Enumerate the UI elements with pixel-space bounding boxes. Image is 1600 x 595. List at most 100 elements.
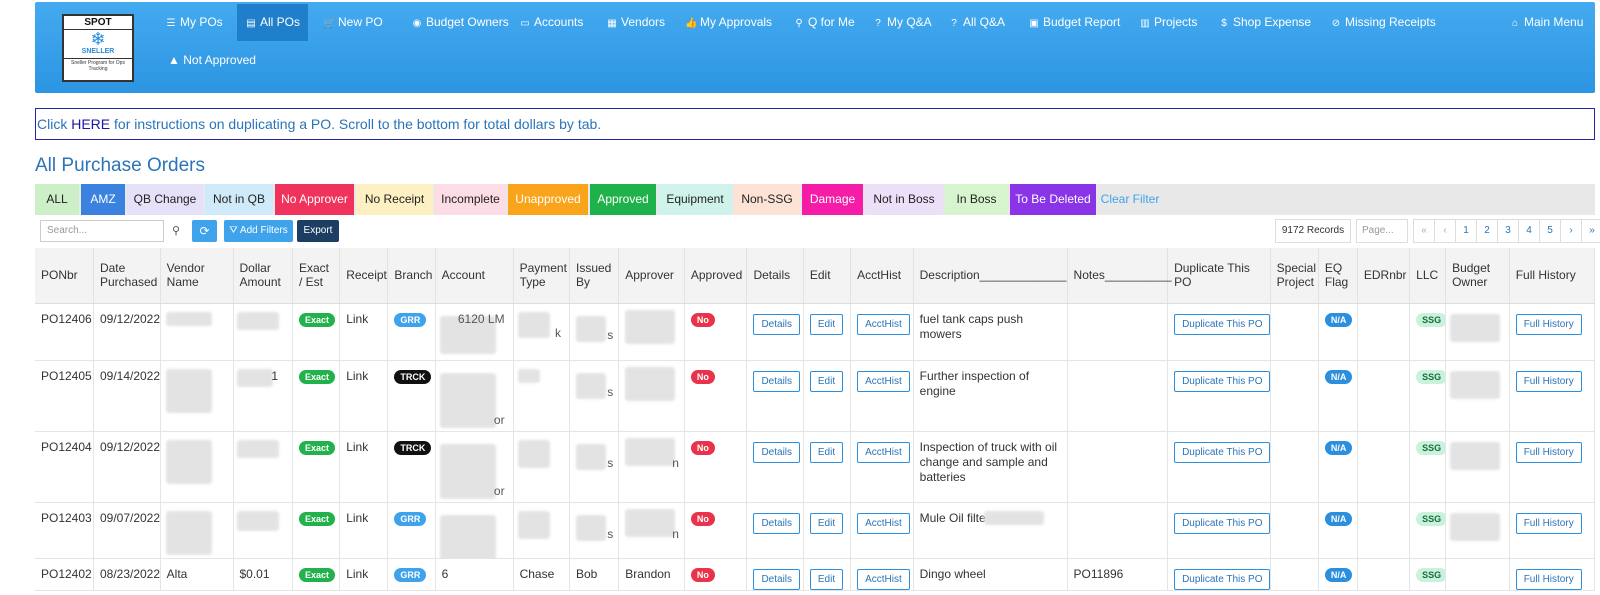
duplicate-po-button[interactable]: Duplicate This PO <box>1174 370 1270 392</box>
col-header[interactable]: Special Project <box>1270 248 1319 304</box>
pager-0[interactable]: « <box>1414 220 1435 242</box>
tab-not-in-boss[interactable]: Not in Boss <box>865 184 943 215</box>
edit-button[interactable]: Edit <box>809 370 844 392</box>
details-button[interactable]: Details <box>753 441 801 463</box>
nav-main-menu[interactable]: ⌂ Main Menu <box>1501 4 1591 41</box>
col-header[interactable]: Edit <box>803 248 852 304</box>
col-header[interactable]: EQ Flag <box>1318 248 1358 304</box>
nav-accounts[interactable]: ▭ Accounts <box>511 4 591 41</box>
add-filters-button[interactable]: ⛛ Add Filters <box>224 220 293 242</box>
tab-no-approver[interactable]: No Approver <box>275 184 354 215</box>
tab-unapproved[interactable]: Unapproved <box>508 184 588 215</box>
tab-in-boss[interactable]: In Boss <box>945 184 1008 215</box>
col-header[interactable]: Receipt <box>339 248 389 304</box>
search-input[interactable]: Search... <box>40 220 164 242</box>
nav-budget-owners[interactable]: ◉ Budget Owners <box>403 4 517 41</box>
details-button[interactable]: Details <box>753 512 801 534</box>
search-icon[interactable]: ⚲ <box>165 220 187 242</box>
edit-button[interactable]: Edit <box>809 568 844 589</box>
receipt-link[interactable]: Link <box>346 511 368 525</box>
instructions-link[interactable]: HERE <box>71 116 110 132</box>
nav-my-pos[interactable]: ☰ My POs <box>157 4 231 41</box>
tab-qb-change[interactable]: QB Change <box>127 184 203 215</box>
tab-to-be-deleted[interactable]: To Be Deleted <box>1010 184 1096 215</box>
accthist-button[interactable]: AcctHist <box>857 441 910 463</box>
col-header[interactable]: Description_____________ <box>913 248 1068 304</box>
full-history-button[interactable]: Full History <box>1515 568 1582 589</box>
pager-8[interactable]: » <box>1582 220 1600 242</box>
nav-not-approved[interactable]: ▲ Not Approved <box>160 50 264 70</box>
full-history-button[interactable]: Full History <box>1515 512 1582 534</box>
nav-my-approvals[interactable]: 👍 My Approvals <box>677 4 780 41</box>
pager-6[interactable]: 5 <box>1540 220 1561 242</box>
full-history-button[interactable]: Full History <box>1515 370 1582 392</box>
nav-all-q-a[interactable]: ? All Q&A <box>940 4 1013 41</box>
col-header[interactable]: EDRnbr <box>1357 248 1411 304</box>
col-header[interactable]: Approved <box>684 248 748 304</box>
refresh-button[interactable]: ⟳ <box>192 220 217 242</box>
tab-incomplete[interactable]: Incomplete <box>435 184 506 215</box>
col-header[interactable]: AcctHist <box>850 248 914 304</box>
receipt-link[interactable]: Link <box>346 312 368 326</box>
details-button[interactable]: Details <box>753 370 801 392</box>
tab-damage[interactable]: Damage <box>802 184 863 215</box>
nav-vendors[interactable]: ▦ Vendors <box>598 4 673 41</box>
col-header[interactable]: PONbr <box>35 248 94 304</box>
nav-my-q-a[interactable]: ? My Q&A <box>864 4 940 41</box>
col-header[interactable]: Issued By <box>569 248 620 304</box>
edit-button[interactable]: Edit <box>809 441 844 463</box>
nav-missing-receipts[interactable]: ⊘ Missing Receipts <box>1322 4 1444 41</box>
duplicate-po-button[interactable]: Duplicate This PO <box>1174 512 1270 534</box>
spot-logo[interactable]: SPOT ❄ SNELLER Sneller Program for Ops T… <box>62 14 134 82</box>
pager-7[interactable]: › <box>1561 220 1582 242</box>
col-header[interactable]: Budget Owner <box>1445 248 1510 304</box>
tab-equipment[interactable]: Equipment <box>658 184 732 215</box>
nav-all-pos[interactable]: ▤ All POs <box>237 4 309 41</box>
page-input[interactable]: Page... <box>1356 219 1408 243</box>
tab-all[interactable]: ALL <box>35 184 79 215</box>
edit-button[interactable]: Edit <box>809 313 844 335</box>
tab-no-receipt[interactable]: No Receipt <box>356 184 433 215</box>
duplicate-po-button[interactable]: Duplicate This PO <box>1174 568 1270 589</box>
col-header[interactable]: Branch <box>387 248 436 304</box>
col-header[interactable]: LLC <box>1409 248 1447 304</box>
receipt-link[interactable]: Link <box>346 440 368 454</box>
col-header[interactable]: Vendor Name <box>160 248 234 304</box>
col-header[interactable]: Full History <box>1509 248 1596 304</box>
pager-1[interactable]: ‹ <box>1435 220 1456 242</box>
nav-new-po[interactable]: 🛒 New PO <box>315 4 391 41</box>
col-header[interactable]: Duplicate This PO <box>1167 248 1271 304</box>
tab-clear-filter[interactable]: Clear Filter <box>1098 184 1162 215</box>
accthist-button[interactable]: AcctHist <box>857 370 910 392</box>
details-button[interactable]: Details <box>753 568 801 589</box>
edit-button[interactable]: Edit <box>809 512 844 534</box>
duplicate-po-button[interactable]: Duplicate This PO <box>1174 313 1270 335</box>
col-header[interactable]: Exact / Est <box>292 248 341 304</box>
col-header[interactable]: Payment Type <box>513 248 570 304</box>
nav-shop-expense[interactable]: $ Shop Expense <box>1210 4 1319 41</box>
nav-projects[interactable]: ▥ Projects <box>1131 4 1205 41</box>
pager-4[interactable]: 3 <box>1498 220 1519 242</box>
full-history-button[interactable]: Full History <box>1515 441 1582 463</box>
accthist-button[interactable]: AcctHist <box>857 313 910 335</box>
col-header[interactable]: Notes__________ <box>1067 248 1172 304</box>
tab-amz[interactable]: AMZ <box>81 184 125 215</box>
col-header[interactable]: Account <box>435 248 514 304</box>
receipt-link[interactable]: Link <box>346 567 368 581</box>
pager-5[interactable]: 4 <box>1519 220 1540 242</box>
tab-non-ssg[interactable]: Non-SSG <box>734 184 800 215</box>
col-header[interactable]: Approver <box>618 248 685 304</box>
accthist-button[interactable]: AcctHist <box>857 568 910 589</box>
export-button[interactable]: Export <box>297 220 339 242</box>
col-header[interactable]: Details <box>746 248 804 304</box>
details-button[interactable]: Details <box>753 313 801 335</box>
duplicate-po-button[interactable]: Duplicate This PO <box>1174 441 1270 463</box>
col-header[interactable]: Date Purchased <box>93 248 161 304</box>
receipt-link[interactable]: Link <box>346 369 368 383</box>
pager-3[interactable]: 2 <box>1477 220 1498 242</box>
pager-2[interactable]: 1 <box>1456 220 1477 242</box>
tab-approved[interactable]: Approved <box>590 184 656 215</box>
nav-q-for-me[interactable]: ⚲ Q for Me <box>785 4 863 41</box>
accthist-button[interactable]: AcctHist <box>857 512 910 534</box>
tab-not-in-qb[interactable]: Not in QB <box>205 184 273 215</box>
